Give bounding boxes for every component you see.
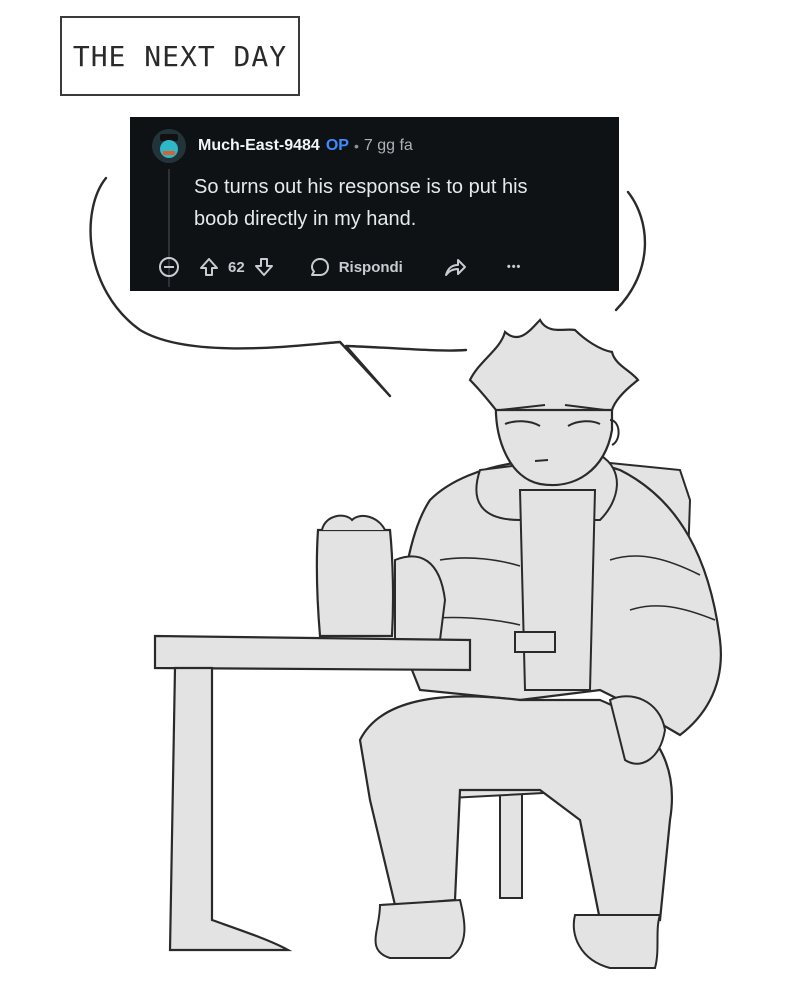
upvote-icon <box>200 258 218 276</box>
table-leg <box>168 666 293 952</box>
reply-button[interactable]: Rispondi <box>309 256 403 278</box>
reply-label: Rispondi <box>338 258 403 276</box>
avatar[interactable] <box>152 129 186 163</box>
comment-body: So turns out his response is to put his … <box>194 171 604 235</box>
upvote-button[interactable] <box>198 256 220 278</box>
comment-timestamp: 7 gg fa <box>363 137 413 154</box>
more-options-button[interactable]: ••• <box>507 261 522 273</box>
comic-panel: THE NEXT DAY Much-East-9484 OP • 7 gg fa… <box>0 0 812 1000</box>
header-separator: • <box>353 138 359 154</box>
table-top <box>153 634 472 672</box>
avatar-icon <box>152 129 186 163</box>
collapse-button[interactable] <box>158 256 180 278</box>
vote-count: 62 <box>228 258 245 276</box>
downvote-button[interactable] <box>253 256 275 278</box>
collapse-icon <box>159 257 179 277</box>
comment-actions: 62 Rispondi ••• <box>158 252 521 282</box>
left-shoe <box>374 898 466 959</box>
comment-body-line-1: So turns out his response is to put his <box>194 176 528 198</box>
op-badge: OP <box>325 137 349 154</box>
caption-text: THE NEXT DAY <box>72 39 288 73</box>
more-options-icon: ••• <box>506 261 522 273</box>
beer-mug <box>315 528 395 638</box>
caption-box: THE NEXT DAY <box>60 16 300 96</box>
comment-author[interactable]: Much-East-9484 <box>198 137 320 155</box>
comment-header: Much-East-9484 OP • 7 gg fa <box>152 129 413 163</box>
downvote-icon <box>254 258 273 276</box>
share-icon <box>444 259 466 276</box>
right-shoe <box>572 914 662 969</box>
reply-bubble-icon <box>310 258 329 276</box>
character-hair <box>468 318 640 412</box>
share-button[interactable] <box>443 256 467 278</box>
comment-body-line-2: boob directly in my hand. <box>194 208 417 230</box>
comment-card: Much-East-9484 OP • 7 gg fa So turns out… <box>130 117 619 291</box>
